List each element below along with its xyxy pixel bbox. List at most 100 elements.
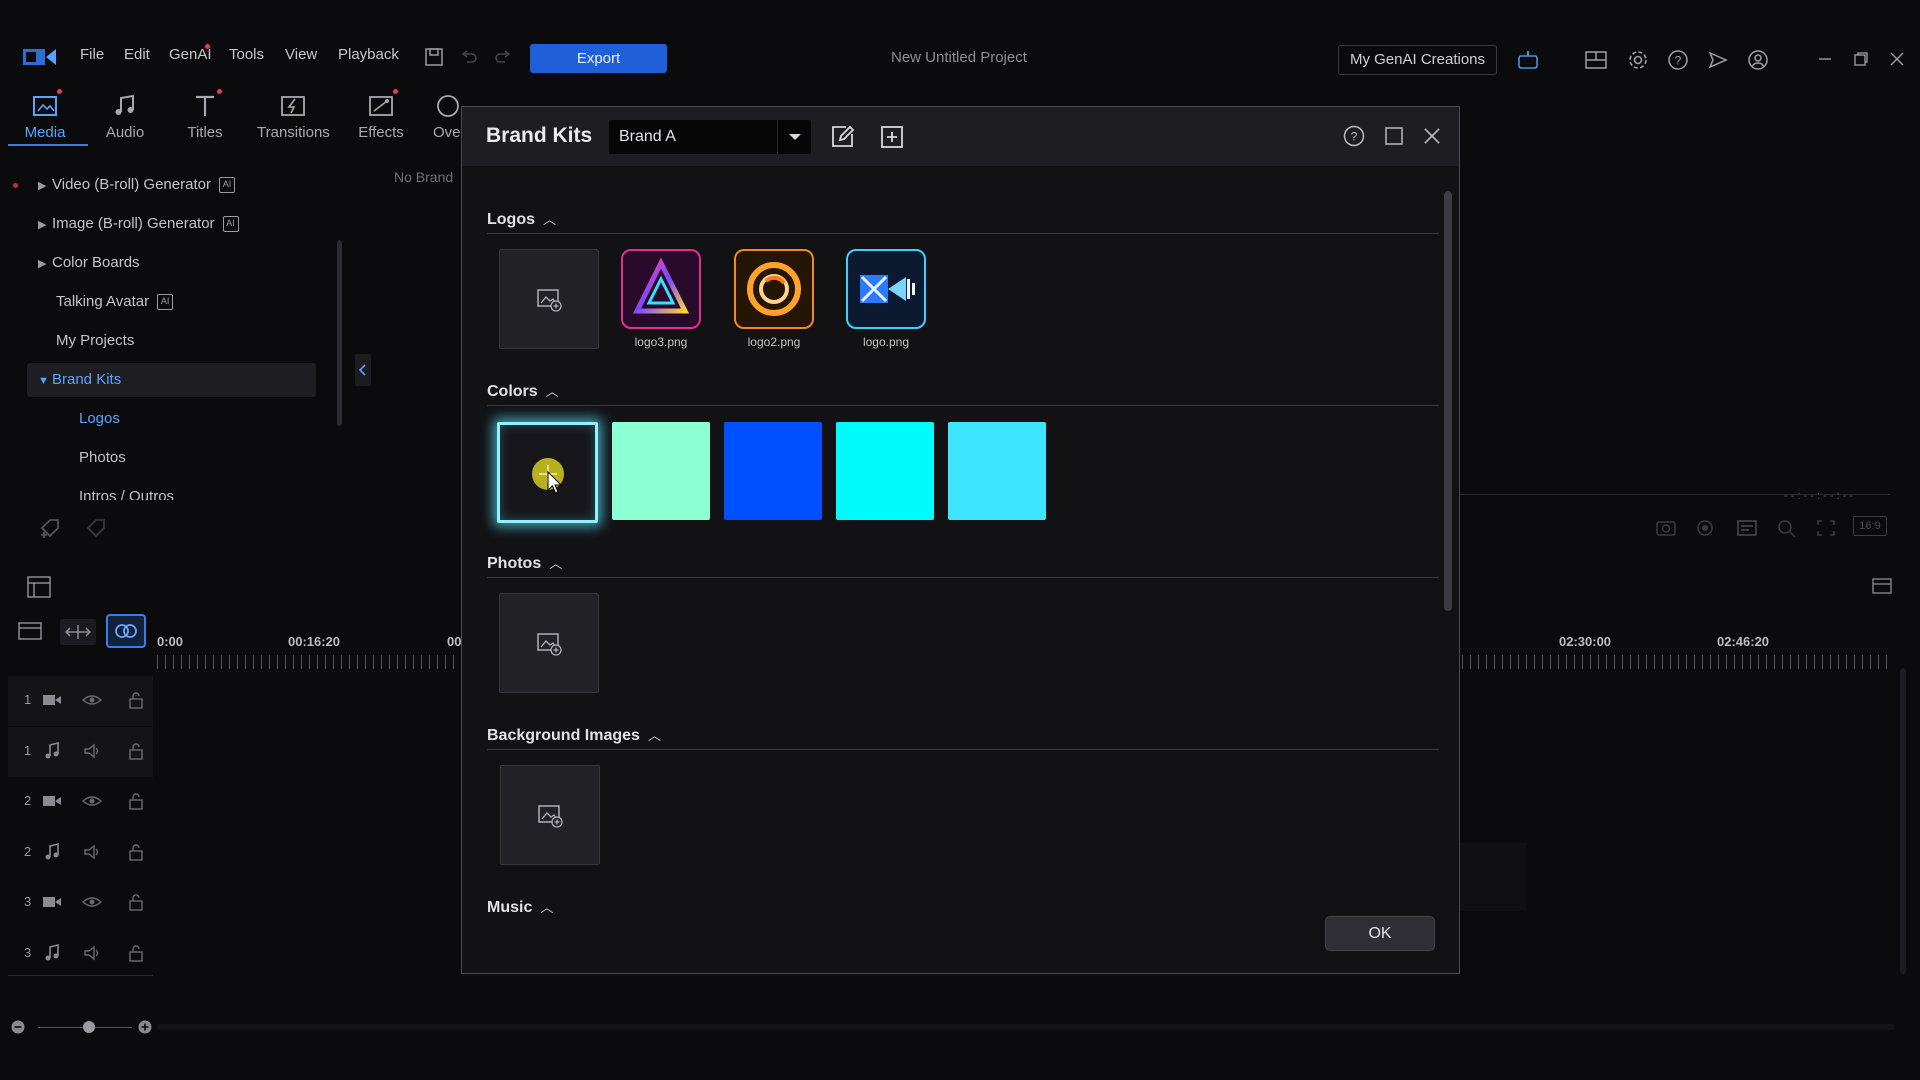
section-colors[interactable]: Colors ︿ <box>487 381 559 401</box>
timeline-clip-block[interactable] <box>1460 843 1526 911</box>
brand-kit-select[interactable]: Brand A <box>609 120 811 154</box>
close-window-icon[interactable] <box>1888 50 1906 68</box>
logo-thumbnail-logo[interactable] <box>846 249 926 329</box>
timeline-horizontal-scrollbar[interactable] <box>157 1024 1895 1030</box>
add-logo-button[interactable] <box>499 249 599 349</box>
track-header-audio-3[interactable]: 3 <box>8 929 153 979</box>
track-manager-icon[interactable] <box>16 619 46 645</box>
track-header-video-1[interactable]: 1 <box>8 676 153 726</box>
fullscreen-icon[interactable] <box>1815 518 1837 538</box>
tab-audio[interactable]: Audio <box>90 92 160 144</box>
help-icon[interactable]: ? <box>1666 48 1690 72</box>
tab-media[interactable]: Media <box>10 92 80 144</box>
logo-thumbnail-logo3[interactable] <box>621 249 701 329</box>
chevron-up-icon[interactable]: ︿ <box>546 381 559 400</box>
tag-add-icon[interactable] <box>38 516 64 540</box>
tree-item-intros-outros[interactable]: Intros / Outros <box>79 480 174 500</box>
chevron-up-icon[interactable]: ︿ <box>648 725 661 744</box>
settings-gear-icon[interactable] <box>1626 48 1650 72</box>
lock-icon[interactable] <box>126 690 146 710</box>
add-kit-icon[interactable] <box>878 123 906 151</box>
fit-timeline-icon[interactable] <box>60 619 96 645</box>
feedback-icon[interactable] <box>1706 48 1730 72</box>
ok-button[interactable]: OK <box>1325 916 1435 951</box>
track-header-audio-2[interactable]: 2 <box>8 828 153 878</box>
section-background-images[interactable]: Background Images ︿ <box>487 725 661 745</box>
menu-playback[interactable]: Playback <box>338 46 399 63</box>
tab-transitions[interactable]: Transitions <box>257 92 330 144</box>
tree-item-talking-avatar[interactable]: Talking Avatar AI <box>56 285 174 319</box>
magnetic-timeline-toggle[interactable] <box>106 614 146 648</box>
timeline-toolbar-icon[interactable] <box>26 575 52 599</box>
track-header-video-3[interactable]: 3 <box>8 878 153 928</box>
tree-item-logos[interactable]: Logos <box>79 402 120 436</box>
snapshot-icon[interactable] <box>1655 517 1677 537</box>
account-icon[interactable] <box>1746 48 1770 72</box>
track-header-audio-1[interactable]: 1 <box>8 727 153 777</box>
color-swatch[interactable] <box>836 422 934 520</box>
collapse-panel-button[interactable] <box>355 354 371 386</box>
chevron-up-icon[interactable]: ︿ <box>543 209 556 228</box>
tag-remove-icon[interactable] <box>84 516 110 540</box>
dialog-scrollbar[interactable] <box>1444 191 1452 611</box>
add-background-image-button[interactable] <box>500 765 600 865</box>
tree-item-my-projects[interactable]: My Projects <box>56 324 134 358</box>
timeline-ruler[interactable] <box>157 655 462 669</box>
speaker-icon[interactable] <box>82 741 102 761</box>
maximize-icon[interactable] <box>1382 124 1406 148</box>
redo-icon[interactable] <box>494 48 512 66</box>
section-logos[interactable]: Logos ︿ <box>487 209 556 229</box>
save-icon[interactable] <box>424 47 444 67</box>
zoom-icon[interactable] <box>1776 518 1798 538</box>
tree-item-photos[interactable]: Photos <box>79 441 126 475</box>
chevron-up-icon[interactable]: ︿ <box>549 553 562 572</box>
undo-icon[interactable] <box>460 48 478 66</box>
help-icon[interactable]: ? <box>1342 124 1366 148</box>
zoom-out-icon[interactable] <box>10 1019 26 1035</box>
visibility-eye-icon[interactable] <box>82 791 102 811</box>
tree-item-color-boards[interactable]: ▶ Color Boards <box>38 246 140 280</box>
section-photos[interactable]: Photos ︿ <box>487 553 562 573</box>
minimize-icon[interactable] <box>1816 50 1834 68</box>
restore-icon[interactable] <box>1852 50 1870 68</box>
my-genai-creations-button[interactable]: My GenAI Creations <box>1338 45 1497 75</box>
lock-icon[interactable] <box>126 791 146 811</box>
edit-kit-icon[interactable] <box>828 123 856 151</box>
menu-tools[interactable]: Tools <box>229 46 264 63</box>
visibility-eye-icon[interactable] <box>82 892 102 912</box>
tab-titles[interactable]: Titles <box>170 92 240 144</box>
color-swatch[interactable] <box>724 422 822 520</box>
tree-item-image-broll-generator[interactable]: ▶ Image (B-roll) Generator AI <box>38 207 239 241</box>
logo-thumbnail-logo2[interactable] <box>734 249 814 329</box>
record-icon[interactable] <box>1695 518 1717 538</box>
chevron-down-icon[interactable] <box>777 120 811 154</box>
timeline-vertical-scrollbar[interactable] <box>1900 668 1906 974</box>
aspect-ratio-button[interactable]: 16:9 <box>1853 516 1887 536</box>
visibility-eye-icon[interactable] <box>82 690 102 710</box>
export-button[interactable]: Export <box>530 44 667 73</box>
lock-icon[interactable] <box>126 842 146 862</box>
add-photo-button[interactable] <box>499 593 599 693</box>
menu-view[interactable]: View <box>285 46 317 63</box>
tab-effects[interactable]: Effects <box>346 92 416 144</box>
color-swatch[interactable] <box>948 422 1046 520</box>
timeline-ruler[interactable] <box>1462 655 1894 669</box>
timeline-settings-icon[interactable] <box>1870 574 1896 598</box>
lock-icon[interactable] <box>126 943 146 963</box>
speaker-icon[interactable] <box>82 842 102 862</box>
library-scrollbar[interactable] <box>337 240 342 426</box>
lock-icon[interactable] <box>126 741 146 761</box>
track-header-video-2[interactable]: 2 <box>8 777 153 827</box>
layout-icon[interactable] <box>1584 48 1608 72</box>
lock-icon[interactable] <box>126 892 146 912</box>
zoom-slider-handle[interactable] <box>83 1021 95 1033</box>
section-music[interactable]: Music ︿ <box>487 897 553 917</box>
close-icon[interactable] <box>1420 124 1444 148</box>
chevron-up-icon[interactable]: ︿ <box>540 897 553 916</box>
color-swatch[interactable] <box>612 422 710 520</box>
ai-assistant-icon[interactable] <box>1516 48 1540 72</box>
menu-edit[interactable]: Edit <box>124 46 150 63</box>
zoom-in-icon[interactable] <box>137 1019 153 1035</box>
speaker-icon[interactable] <box>82 943 102 963</box>
subtitle-icon[interactable] <box>1736 518 1758 538</box>
